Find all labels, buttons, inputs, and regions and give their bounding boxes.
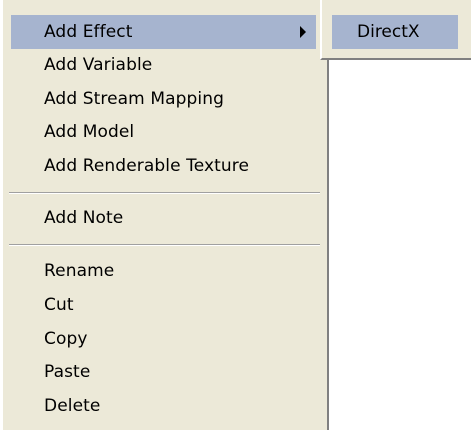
menu-item-add-variable[interactable]: Add Variable: [11, 48, 316, 82]
menu-item-paste[interactable]: Paste: [11, 355, 316, 389]
menu-separator: [9, 192, 320, 194]
menu-item-add-effect[interactable]: Add Effect: [11, 15, 316, 49]
menu-item-label: Add Effect: [44, 22, 133, 42]
context-menu: Add Effect Add Variable Add Stream Mappi…: [0, 0, 329, 430]
menu-item-label: Add Note: [44, 208, 124, 228]
menu-item-copy[interactable]: Copy: [11, 322, 316, 356]
menu-item-label: Copy: [44, 329, 88, 349]
menu-item-label: Add Variable: [44, 55, 153, 75]
menu-item-label: Delete: [44, 396, 101, 416]
submenu-item-label: DirectX: [357, 22, 420, 42]
menu-item-label: Add Model: [44, 122, 135, 142]
menu-item-label: Add Renderable Texture: [44, 156, 250, 176]
menu-separator: [9, 244, 320, 246]
menu-item-label: Rename: [44, 261, 115, 281]
menu-item-add-note[interactable]: Add Note: [11, 201, 316, 235]
submenu-arrow-icon: [300, 26, 306, 38]
menu-item-rename[interactable]: Rename: [11, 254, 316, 288]
menu-item-label: Add Stream Mapping: [44, 89, 224, 109]
menu-item-add-model[interactable]: Add Model: [11, 115, 316, 149]
menu-item-label: Paste: [44, 362, 91, 382]
menu-item-delete[interactable]: Delete: [11, 389, 316, 423]
submenu-item-directx[interactable]: DirectX: [332, 15, 458, 49]
menu-item-cut[interactable]: Cut: [11, 288, 316, 322]
effect-submenu: DirectX: [320, 0, 471, 60]
menu-item-label: Cut: [44, 295, 74, 315]
menu-item-add-stream-mapping[interactable]: Add Stream Mapping: [11, 82, 316, 116]
menu-item-add-renderable-texture[interactable]: Add Renderable Texture: [11, 149, 316, 183]
